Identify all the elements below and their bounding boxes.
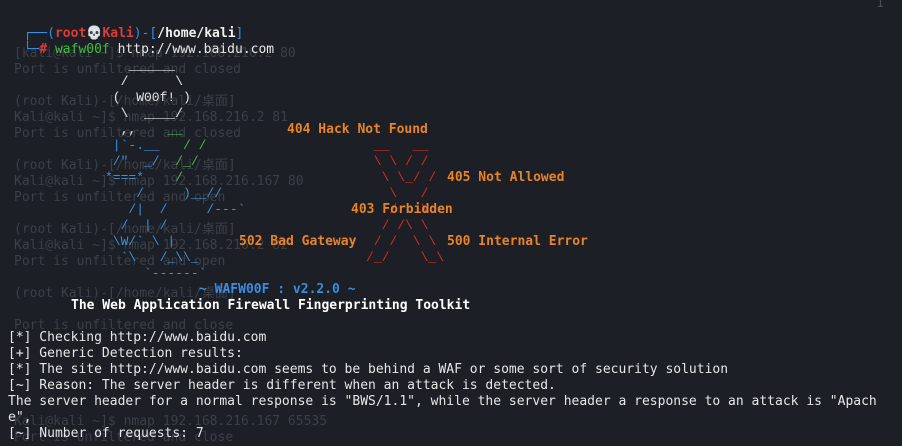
woof-speech-art: ______ / \ ( W00f! ) \ ____/ ,, __ |`-._… (105, 58, 246, 281)
prompt-hash: # (39, 42, 48, 57)
output-line: The server header for a normal response … (8, 394, 877, 409)
version-banner: ~ WAFW00F : v2.2.0 ~ (199, 282, 356, 297)
output-line: [*] The site http://www.baidu.com seems … (8, 362, 729, 377)
command-argument: http://www.baidu.com (117, 42, 275, 57)
command-name: wafw00f (54, 42, 110, 57)
output-line: [*] Checking http://www.baidu.com (8, 330, 267, 345)
label-502: 502 Bad Gateway (239, 234, 357, 249)
label-404: 404 Hack Not Found (287, 122, 428, 137)
label-500: 500 Internal Error (447, 234, 588, 249)
prompt-corner: └─ (23, 42, 40, 57)
output-line: e", (8, 410, 32, 425)
output-line: [~] Reason: The server header is differe… (8, 378, 556, 393)
line-number: 1 (876, 0, 884, 11)
output-line: [~] Number of requests: 7 (8, 426, 204, 441)
label-403: 403 Forbidden (351, 202, 453, 217)
tagline: The Web Application Firewall Fingerprint… (71, 298, 471, 313)
command-line[interactable]: └─# wafw00f http://www.baidu.com (8, 26, 274, 58)
output-line: [+] Generic Detection results: (8, 346, 243, 361)
label-405: 405 Not Allowed (447, 170, 565, 185)
